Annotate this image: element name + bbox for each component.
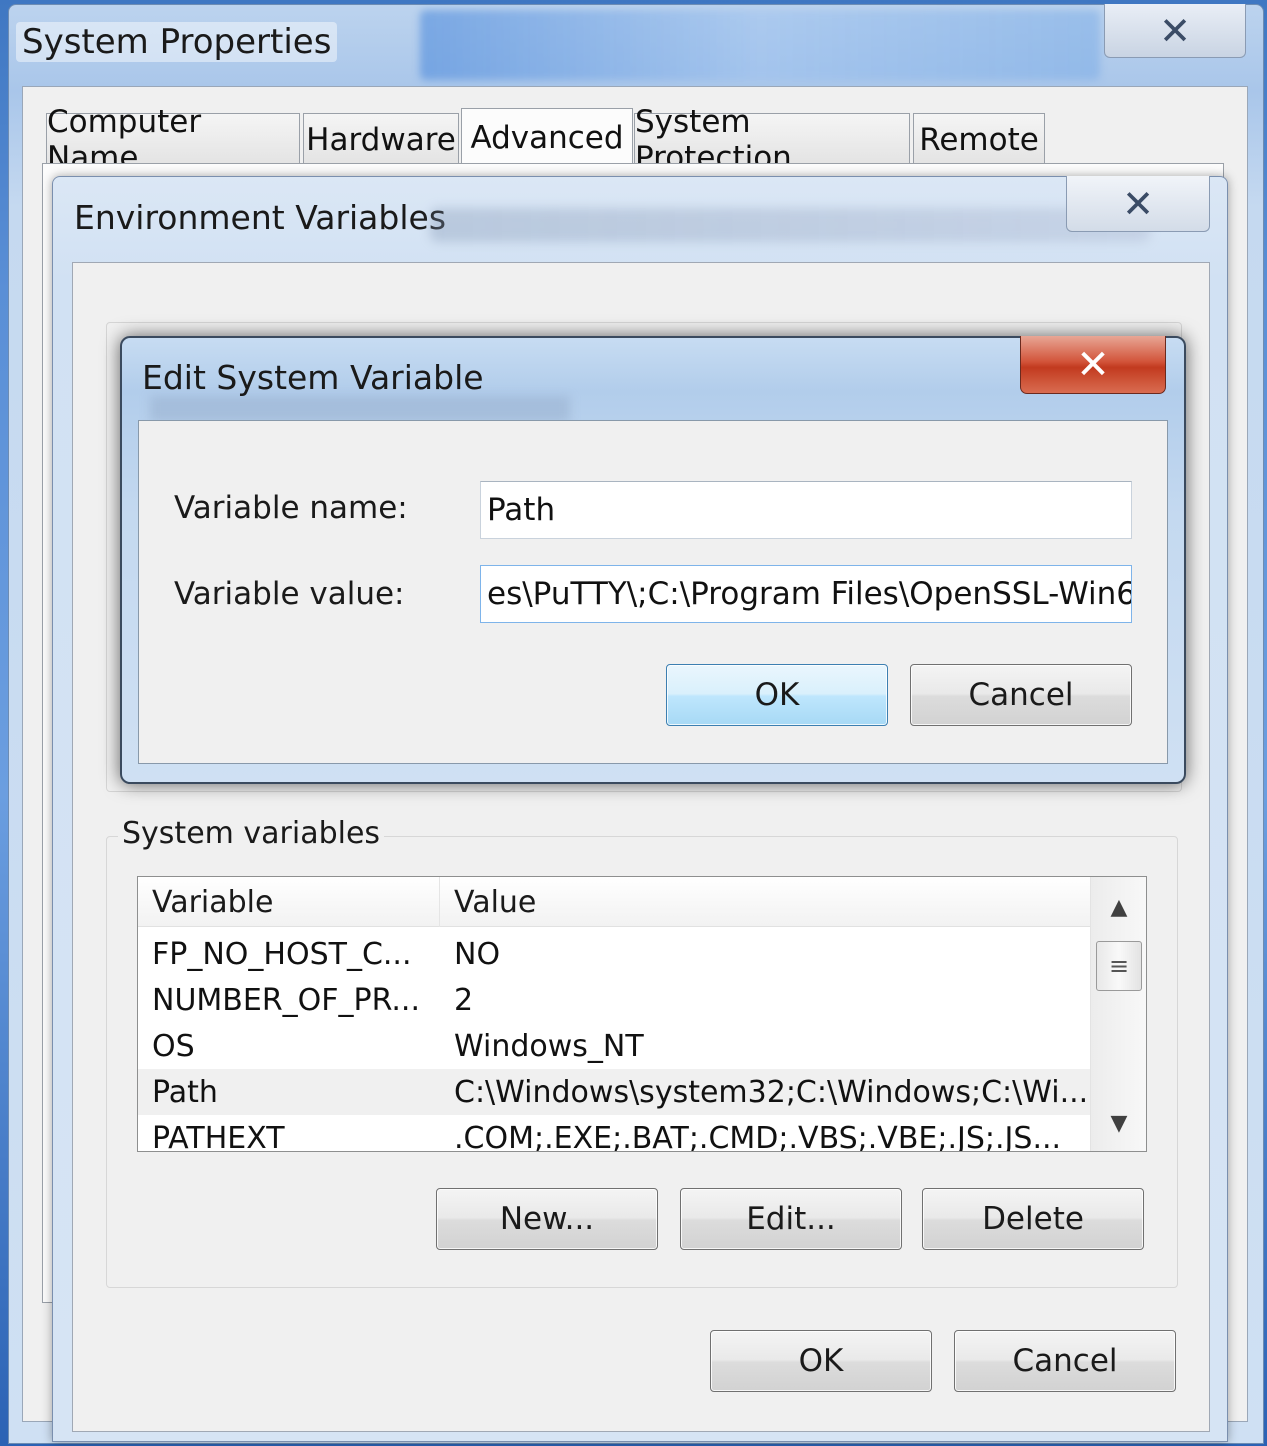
variable-cell: OS bbox=[152, 1028, 195, 1064]
value-cell: .COM;.EXE;.BAT;.CMD;.VBS;.VBE;.JS;.JS... bbox=[454, 1120, 1062, 1152]
variable-name-input[interactable]: Path bbox=[480, 481, 1132, 539]
edit-ok-button[interactable]: OK bbox=[666, 664, 888, 726]
tab-computer-name[interactable]: Computer Name bbox=[46, 104, 300, 176]
value-cell: Windows_NT bbox=[454, 1028, 644, 1064]
table-row[interactable]: PATHEXT .COM;.EXE;.BAT;.CMD;.VBS;.VBE;.J… bbox=[138, 1115, 1090, 1152]
delete-button[interactable]: Delete bbox=[922, 1188, 1144, 1250]
variable-name-label: Variable name: bbox=[174, 490, 408, 526]
edit-dialog-title: Edit System Variable bbox=[142, 358, 484, 397]
variable-value-input[interactable]: es\PuTTY\;C:\Program Files\OpenSSL-Win64 bbox=[480, 565, 1132, 623]
system-variables-list[interactable]: Variable Value FP_NO_HOST_C... NO NUMBER… bbox=[137, 876, 1147, 1152]
table-row[interactable]: NUMBER_OF_PR... 2 bbox=[138, 977, 1090, 1023]
close-icon: ✕ bbox=[1159, 8, 1191, 53]
value-cell: C:\Windows\system32;C:\Windows;C:\Wi... bbox=[454, 1074, 1086, 1110]
tab-system-protection[interactable]: System Protection bbox=[634, 104, 910, 176]
column-header-variable[interactable]: Variable bbox=[138, 877, 440, 927]
system-variables-label: System variables bbox=[118, 816, 385, 851]
environment-variables-title: Environment Variables bbox=[74, 198, 447, 237]
value-cell: 2 bbox=[454, 982, 474, 1018]
grip-icon: ≡ bbox=[1108, 952, 1130, 980]
close-icon: ✕ bbox=[1122, 181, 1154, 226]
system-properties-title: System Properties bbox=[16, 22, 338, 62]
table-row-selected[interactable]: Path C:\Windows\system32;C:\Windows;C:\W… bbox=[138, 1069, 1090, 1115]
background-blur bbox=[150, 396, 570, 422]
variable-cell: PATHEXT bbox=[152, 1120, 285, 1152]
tab-hardware[interactable]: Hardware bbox=[303, 113, 459, 165]
vertical-scrollbar[interactable]: ▲ ≡ ▼ bbox=[1090, 877, 1146, 1151]
variable-cell: FP_NO_HOST_C... bbox=[152, 936, 412, 972]
tab-advanced[interactable]: Advanced bbox=[461, 108, 633, 166]
ok-button[interactable]: OK bbox=[710, 1330, 932, 1392]
background-blur bbox=[420, 10, 1100, 80]
close-icon: ✕ bbox=[1076, 341, 1110, 388]
tab-remote[interactable]: Remote bbox=[913, 113, 1045, 165]
variable-value-label: Variable value: bbox=[174, 576, 405, 612]
column-header-value[interactable]: Value bbox=[440, 877, 1090, 927]
list-header: Variable Value bbox=[138, 877, 1090, 927]
environment-variables-close-button[interactable]: ✕ bbox=[1066, 176, 1210, 232]
arrow-down-icon[interactable]: ▼ bbox=[1091, 1095, 1146, 1151]
variable-cell: Path bbox=[152, 1074, 218, 1110]
value-cell: NO bbox=[454, 936, 501, 972]
variable-cell: NUMBER_OF_PR... bbox=[152, 982, 421, 1018]
scrollbar-thumb[interactable]: ≡ bbox=[1096, 941, 1142, 991]
arrow-up-icon[interactable]: ▲ bbox=[1091, 879, 1146, 935]
edit-cancel-button[interactable]: Cancel bbox=[910, 664, 1132, 726]
table-row[interactable]: OS Windows_NT bbox=[138, 1023, 1090, 1069]
edit-dialog-close-button[interactable]: ✕ bbox=[1020, 336, 1166, 394]
system-properties-close-button[interactable]: ✕ bbox=[1104, 4, 1246, 58]
cancel-button[interactable]: Cancel bbox=[954, 1330, 1176, 1392]
edit-button[interactable]: Edit... bbox=[680, 1188, 902, 1250]
new-button[interactable]: New... bbox=[436, 1188, 658, 1250]
table-row[interactable]: FP_NO_HOST_C... NO bbox=[138, 931, 1090, 977]
background-blur bbox=[430, 208, 1150, 242]
